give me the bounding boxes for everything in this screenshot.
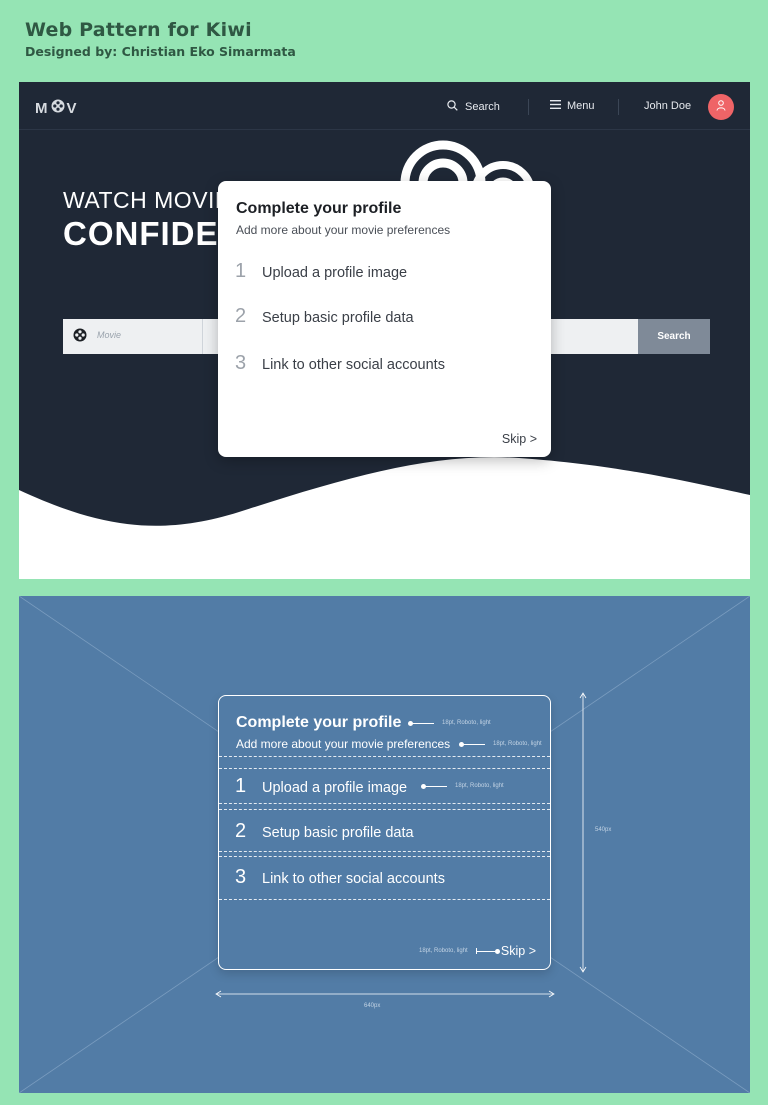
skip-annotation: 18pt, Roboto, light — [419, 948, 500, 954]
step-label: Upload a profile image — [262, 265, 408, 281]
modal-subtitle: Add more about your movie preferences — [236, 223, 451, 237]
hero-line-2: CONFIDEN — [63, 215, 244, 252]
skip-link[interactable]: Skip > — [502, 432, 537, 446]
search-divider — [202, 319, 203, 354]
step-number: 1 — [235, 260, 247, 282]
guide-line — [219, 756, 550, 757]
step-label: Setup basic profile data — [262, 825, 414, 841]
search-button[interactable]: Search — [638, 319, 710, 354]
top-nav: M V Search Menu John Doe — [19, 82, 750, 130]
nav-user-name[interactable]: John Doe — [644, 100, 691, 112]
guide-line — [219, 803, 550, 804]
annotation-text: 18pt, Roboto, light — [442, 720, 491, 726]
title-annotation: 18pt, Roboto, light — [408, 720, 491, 726]
menu-icon — [550, 100, 561, 112]
spec-step-2: 2 Setup basic profile data — [235, 820, 414, 843]
annotation-text: 18pt, Roboto, light — [493, 741, 542, 747]
annotation-text: 18pt, Roboto, light — [419, 948, 468, 954]
step-annotation: 18pt, Roboto, light — [421, 783, 504, 789]
guide-line — [219, 809, 550, 810]
spec-panel: 540px 640px Complete your profile 18pt, … — [19, 596, 750, 1093]
guide-line — [219, 856, 550, 857]
step-number: 2 — [235, 305, 247, 327]
guide-line — [219, 851, 550, 852]
spec-skip-label: Skip > — [500, 944, 536, 958]
film-reel-icon — [73, 328, 87, 347]
nav-divider — [618, 99, 619, 115]
nav-menu-label: Menu — [567, 100, 595, 112]
step-number: 3 — [235, 866, 247, 888]
guide-line — [219, 899, 550, 900]
step-link-social[interactable]: 3 Link to other social accounts — [235, 352, 445, 375]
step-label: Link to other social accounts — [262, 357, 445, 373]
spec-modal-outline: Complete your profile 18pt, Roboto, ligh… — [218, 695, 551, 970]
spec-modal-title: Complete your profile — [236, 714, 402, 731]
hero-line-1: WATCH MOVIE — [63, 187, 231, 213]
movie-input[interactable]: Movie — [97, 330, 121, 340]
nav-menu[interactable]: Menu — [550, 100, 595, 112]
avatar[interactable] — [708, 94, 734, 120]
step-label: Upload a profile image — [262, 780, 408, 796]
step-label: Setup basic profile data — [262, 310, 414, 326]
designer-credit: Designed by: Christian Eko Simarmata — [25, 44, 296, 59]
logo[interactable]: M V — [35, 99, 78, 117]
step-basic-profile[interactable]: 2 Setup basic profile data — [235, 305, 414, 328]
document-title: Web Pattern for Kiwi — [25, 19, 252, 41]
complete-profile-modal: Complete your profile Add more about you… — [218, 181, 551, 457]
search-icon — [447, 100, 458, 114]
step-upload-image[interactable]: 1 Upload a profile image — [235, 260, 407, 283]
nav-search[interactable]: Search — [447, 100, 500, 114]
user-icon — [716, 98, 726, 116]
step-number: 3 — [235, 352, 247, 374]
spec-step-1: 1 Upload a profile image — [235, 775, 407, 798]
step-number: 2 — [235, 820, 247, 842]
film-reel-icon — [51, 99, 65, 117]
nav-divider — [528, 99, 529, 115]
spec-step-3: 3 Link to other social accounts — [235, 866, 445, 889]
spec-modal-subtitle: Add more about your movie preferences — [236, 737, 451, 751]
nav-search-label: Search — [465, 101, 500, 113]
modal-title: Complete your profile — [236, 200, 402, 217]
width-dimension-label: 640px — [364, 1003, 381, 1009]
guide-line — [219, 768, 550, 769]
height-dimension-label: 540px — [595, 827, 612, 833]
step-number: 1 — [235, 775, 247, 797]
subtitle-annotation: 18pt, Roboto, light — [459, 741, 542, 747]
step-label: Link to other social accounts — [262, 871, 445, 887]
logo-left: M — [35, 99, 49, 117]
logo-right: V — [66, 99, 78, 117]
annotation-text: 18pt, Roboto, light — [455, 783, 504, 789]
